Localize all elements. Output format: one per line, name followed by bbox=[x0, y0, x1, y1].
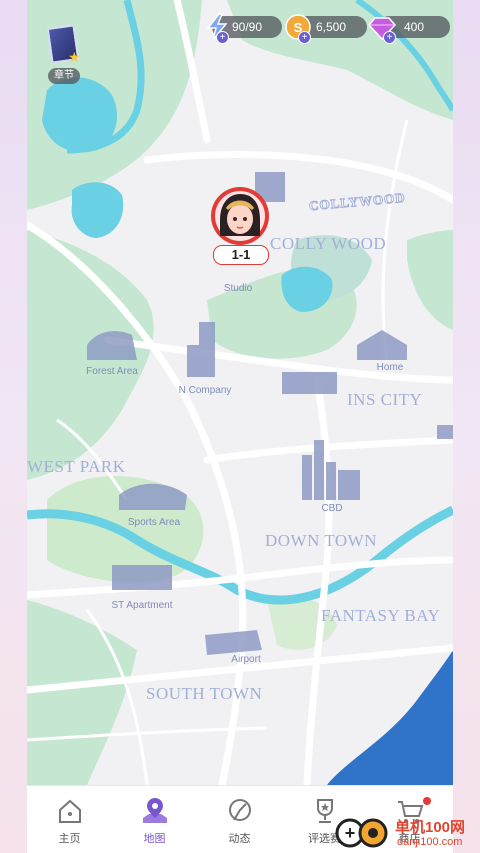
tab-map[interactable]: 地图 bbox=[112, 786, 197, 853]
stage-number-label: 1-1 bbox=[213, 245, 269, 265]
star-icon: ★ bbox=[68, 49, 81, 65]
watermark-url: danji100.com bbox=[397, 836, 463, 848]
notification-dot-icon bbox=[423, 797, 431, 805]
game-screen: COLLY WOOD INS CITY WEST PARK DOWN TOWN … bbox=[0, 0, 480, 853]
tab-feed-label: 动态 bbox=[228, 833, 251, 845]
chapter-label: 章节 bbox=[48, 68, 80, 84]
watermark-brand: 单机100网 bbox=[395, 819, 466, 836]
watermark: + 单机100网 danji100.com bbox=[335, 815, 480, 853]
watermark-logo-icon: + bbox=[335, 818, 388, 848]
tab-home[interactable]: 主页 bbox=[27, 786, 112, 853]
character-portrait-icon bbox=[211, 187, 269, 245]
map-pin-icon bbox=[143, 798, 167, 823]
home-icon bbox=[59, 799, 81, 823]
feed-icon bbox=[229, 799, 251, 821]
city-map[interactable] bbox=[27, 0, 453, 785]
chapter-button[interactable]: ★ 章节 bbox=[44, 24, 84, 86]
stage-marker[interactable]: 1-1 bbox=[202, 186, 278, 266]
tab-home-label: 主页 bbox=[58, 833, 81, 845]
tab-map-label: 地图 bbox=[143, 833, 166, 845]
add-coins-icon[interactable]: + bbox=[298, 31, 311, 44]
add-gems-icon[interactable]: + bbox=[383, 31, 396, 44]
tab-feed[interactable]: 动态 bbox=[197, 786, 282, 853]
add-energy-icon[interactable]: + bbox=[216, 31, 229, 44]
svg-text:+: + bbox=[345, 823, 356, 843]
